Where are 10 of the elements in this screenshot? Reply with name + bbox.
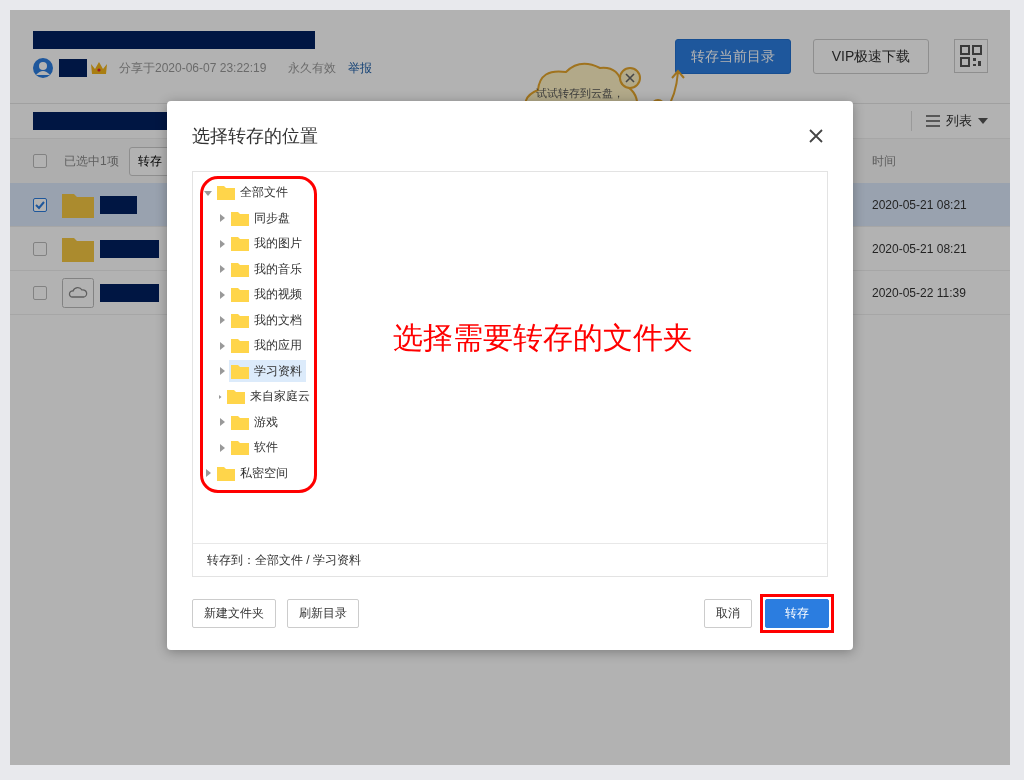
column-header: 时间 xyxy=(872,152,897,170)
destination-path: 转存到：全部文件 / 学习资料 xyxy=(193,543,827,577)
annotation-text: 选择需要转存的文件夹 xyxy=(393,319,693,356)
share-date: 分享于2020-06-07 23:22:19 xyxy=(119,59,267,77)
dialog-title: 选择转存的位置 xyxy=(192,124,318,148)
selection-count: 已选中1项 xyxy=(64,152,119,170)
validity-label: 永久有效 xyxy=(288,59,337,77)
table-cell-text: 2020-05-21 08:21 xyxy=(872,241,968,256)
table-cell-text: 2020-05-21 08:21 xyxy=(872,197,968,212)
table-cell-text: 2020-05-22 11:39 xyxy=(872,285,967,300)
